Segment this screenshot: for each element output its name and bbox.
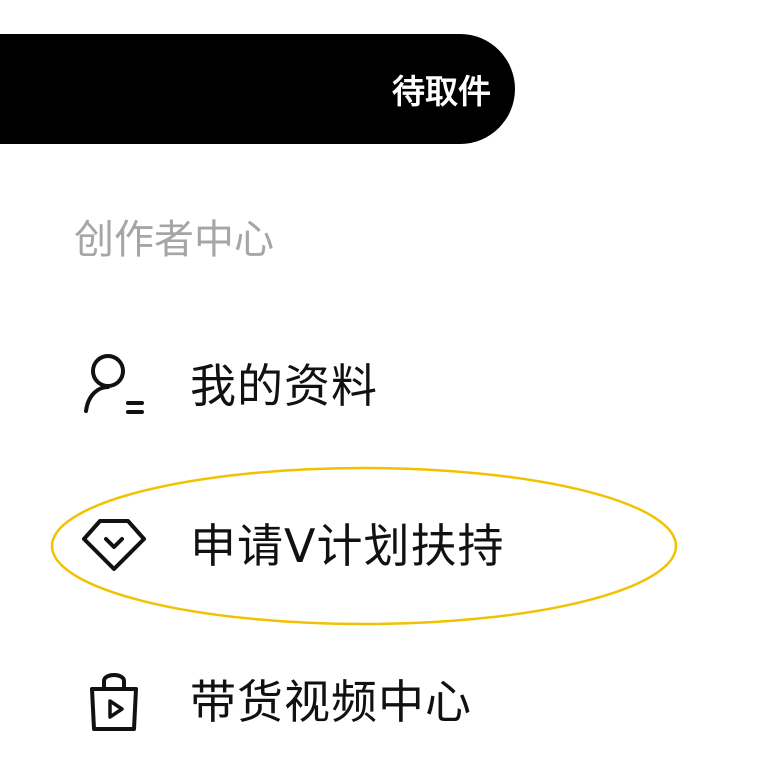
creator-menu-page: 待取件 创作者中心 我的资料 申请V计划扶持 带货视频中心 <box>0 0 784 765</box>
menu-item-label: 我的资料 <box>190 359 378 413</box>
user-profile-icon <box>74 343 154 423</box>
menu-item-apply-v-plan[interactable]: 申请V计划扶持 <box>74 498 634 588</box>
pending-pickup-banner[interactable]: 待取件 <box>0 34 515 144</box>
menu-item-product-video-center[interactable]: 带货视频中心 <box>74 654 634 744</box>
menu-item-my-profile[interactable]: 我的资料 <box>74 338 634 428</box>
shopping-bag-video-icon <box>74 659 154 739</box>
pending-pickup-label: 待取件 <box>392 72 491 111</box>
v-plan-diamond-icon <box>74 503 154 583</box>
creator-center-title: 创作者中心 <box>74 217 274 263</box>
menu-item-label: 申请V计划扶持 <box>190 519 505 573</box>
menu-item-label: 带货视频中心 <box>190 675 472 729</box>
